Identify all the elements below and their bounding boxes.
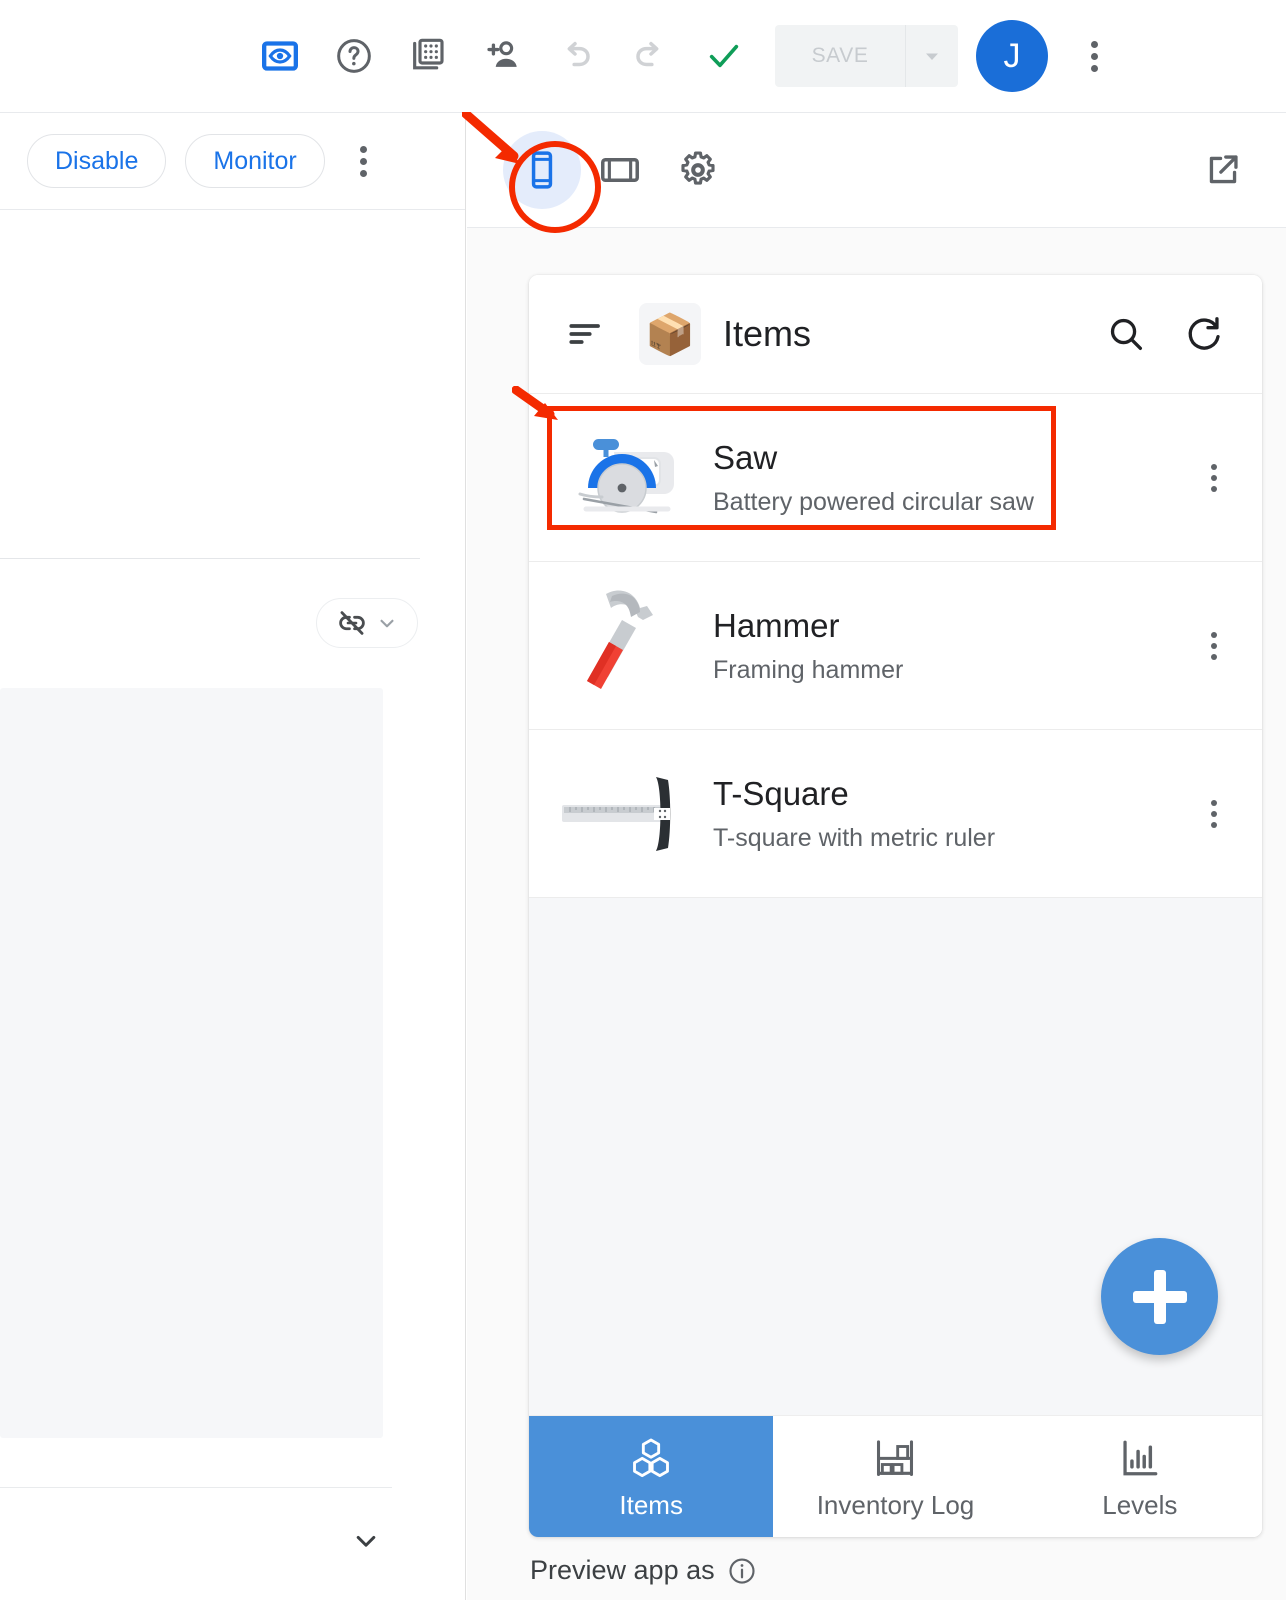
link-off-icon — [339, 611, 365, 635]
list-item[interactable]: Saw Battery powered circular saw — [529, 394, 1262, 562]
bottom-navigation: Items Inventory Log Levels — [529, 1415, 1262, 1537]
list-item[interactable]: T-Square T-square with metric ruler — [529, 730, 1262, 898]
list-item-subtitle: Battery powered circular saw — [713, 487, 1034, 516]
list-item-subtitle: Framing hammer — [713, 655, 904, 684]
refresh-icon — [1188, 317, 1220, 350]
bottom-nav-item-inventory-log[interactable]: Inventory Log — [773, 1416, 1018, 1537]
bottom-nav-item-levels[interactable]: Levels — [1017, 1416, 1262, 1537]
more-vert-icon — [1090, 40, 1098, 72]
bar-chart-icon — [1123, 1440, 1158, 1476]
app-menu-button[interactable] — [557, 306, 613, 362]
help-icon[interactable] — [317, 19, 391, 93]
preview-toolbar — [467, 113, 1286, 228]
item-list: Saw Battery powered circular saw Hammer … — [529, 394, 1262, 898]
toolbar-overflow-menu[interactable] — [1070, 26, 1118, 86]
add-person-icon[interactable] — [465, 19, 539, 93]
redo-icon[interactable] — [613, 19, 687, 93]
more-vert-icon — [1211, 799, 1217, 828]
list-item-overflow-menu[interactable] — [1192, 448, 1236, 508]
tablet-icon — [601, 157, 639, 183]
app-bar: 📦 Items — [529, 275, 1262, 394]
refresh-button[interactable] — [1174, 304, 1234, 364]
app-title: Items — [723, 313, 812, 354]
bottom-nav-item-items[interactable]: Items — [529, 1416, 774, 1537]
list-item-overflow-menu[interactable] — [1192, 616, 1236, 676]
bottom-nav-label: Items — [619, 1490, 683, 1520]
left-panel-placeholder-block — [0, 688, 383, 1438]
save-button[interactable]: SAVE — [775, 25, 905, 87]
left-panel-divider-2 — [0, 1487, 392, 1488]
check-icon — [687, 19, 761, 93]
link-off-button[interactable] — [316, 598, 418, 648]
left-editor-panel: Disable Monitor — [0, 113, 466, 1600]
list-item-text: Hammer Framing hammer — [713, 605, 1192, 686]
app-logo-icon: 📦 — [639, 303, 701, 365]
monitor-button[interactable]: Monitor — [185, 134, 325, 188]
open-in-new-icon — [1209, 155, 1238, 184]
more-vert-icon — [360, 145, 368, 177]
screens-grid-icon[interactable] — [391, 19, 465, 93]
app-preview-device: 📦 Items Saw Battery powered circular saw… — [529, 275, 1262, 1537]
preview-settings-button[interactable] — [659, 131, 737, 209]
list-item-title: Hammer — [713, 607, 840, 645]
list-item-text: Saw Battery powered circular saw — [713, 437, 1192, 518]
preview-app-as-text: Preview app as — [530, 1555, 715, 1585]
preview-app-as-label: Preview app as — [530, 1555, 757, 1586]
more-vert-icon — [1211, 631, 1217, 660]
hammer-illustration — [551, 586, 703, 706]
search-button[interactable] — [1096, 304, 1156, 364]
search-icon — [1110, 318, 1143, 351]
phone-icon — [531, 151, 553, 189]
toolbar-icon-group: SAVE J — [243, 19, 1118, 93]
list-item-title: T-Square — [713, 775, 849, 813]
circular-saw-illustration — [551, 418, 703, 538]
t-square-illustration — [551, 754, 703, 874]
shelf-icon — [877, 1440, 914, 1477]
left-panel-overflow-menu[interactable] — [344, 136, 384, 186]
save-dropdown-arrow[interactable] — [906, 25, 958, 87]
save-button-group[interactable]: SAVE — [775, 25, 958, 87]
sort-menu-icon — [569, 324, 600, 344]
bottom-nav-label: Inventory Log — [816, 1490, 975, 1520]
settings-gear-icon — [681, 151, 715, 185]
app-toolbar: SAVE J — [0, 0, 1286, 113]
open-in-new-button[interactable] — [1198, 145, 1248, 195]
left-panel-actions: Disable Monitor — [0, 113, 465, 210]
add-item-fab[interactable] — [1101, 1238, 1218, 1355]
list-item-text: T-Square T-square with metric ruler — [713, 773, 1192, 854]
more-vert-icon — [1211, 463, 1217, 492]
disable-button[interactable]: Disable — [27, 134, 167, 188]
chevron-down-icon — [356, 1535, 376, 1547]
undo-icon[interactable] — [539, 19, 613, 93]
bottom-nav-label: Levels — [1102, 1490, 1178, 1520]
info-icon[interactable] — [727, 1556, 757, 1586]
left-panel-divider — [0, 558, 420, 559]
preview-panel: 📦 Items Saw Battery powered circular saw… — [467, 113, 1286, 1600]
list-item-subtitle: T-square with metric ruler — [713, 823, 996, 852]
chevron-down-icon — [380, 619, 394, 628]
device-tablet-button[interactable] — [581, 131, 659, 209]
cubes-icon — [633, 1438, 670, 1478]
avatar[interactable]: J — [976, 20, 1048, 92]
list-empty-area — [529, 898, 1262, 1415]
list-item-title: Saw — [713, 439, 778, 477]
list-item-overflow-menu[interactable] — [1192, 784, 1236, 844]
preview-eye-icon[interactable] — [243, 19, 317, 93]
left-panel-expand-chevron[interactable] — [348, 1523, 384, 1559]
list-item[interactable]: Hammer Framing hammer — [529, 562, 1262, 730]
device-phone-button[interactable] — [503, 131, 581, 209]
